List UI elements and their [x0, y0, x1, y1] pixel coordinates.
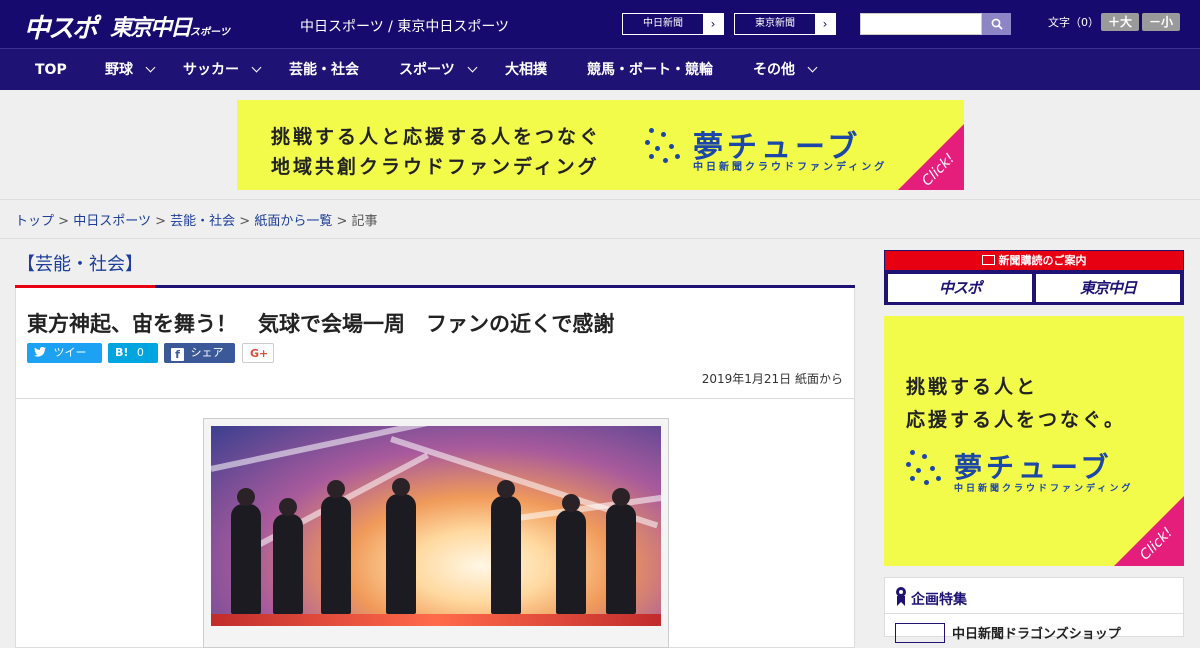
breadcrumb-separator: > — [155, 214, 166, 229]
banner-area: 挑戦する人と応援する人をつなぐ 地域共創クラウドファンディング 夢チューブ 中日… — [0, 90, 1200, 200]
subscribe-tokyo-chunichi-button[interactable]: 東京中日 — [1036, 274, 1180, 302]
facebook-icon: f — [171, 348, 184, 361]
nav-item-sumo[interactable]: 大相撲 — [505, 49, 547, 91]
nav-item-keiba[interactable]: 競馬・ボート・競輪 — [587, 49, 713, 91]
tokyo-logo-sub: スポーツ — [190, 27, 230, 38]
breadcrumb-entertainment[interactable]: 芸能・社会 — [170, 214, 235, 229]
section-title: 【芸能・社会】 — [17, 254, 143, 275]
yume-tube-side-ad[interactable]: 挑戦する人と 応援する人をつなぐ。 夢チューブ 中日新聞クラウドファンディング … — [884, 316, 1184, 566]
twitter-icon — [34, 346, 46, 357]
divider — [0, 238, 1200, 239]
font-smaller-button[interactable]: －小 — [1142, 13, 1180, 31]
breadcrumb-separator: > — [239, 214, 251, 229]
facebook-share-count: 3 — [174, 366, 181, 379]
article-card: 東方神起、宙を舞う！ 気球で会場一周 ファンの近くで感謝 ツイート B! 0 f… — [15, 288, 855, 648]
divider — [16, 398, 854, 399]
site-title: 中日スポーツ / 東京中日スポーツ — [300, 19, 510, 35]
nav-item-baseball[interactable]: 野球 — [105, 49, 156, 91]
nav-label: TOP — [35, 62, 67, 78]
tokyo-chunichi-logo[interactable]: 東京中日スポーツ — [110, 10, 230, 42]
google-plus-button[interactable]: G+ — [242, 343, 274, 363]
google-plus-icon: G+ — [250, 347, 269, 360]
search-button[interactable] — [982, 13, 1011, 35]
subscribe-chuspo-button[interactable]: 中スポ — [888, 274, 1032, 302]
chunichi-shimbun-label: 中日新聞 — [643, 18, 683, 29]
nav-item-soccer[interactable]: サッカー — [183, 49, 262, 91]
feature-thumbnail[interactable] — [895, 623, 945, 643]
feature-box: 企画特集 中日新聞ドラゴンズショップ — [884, 577, 1184, 643]
breadcrumb-top[interactable]: トップ — [15, 214, 54, 229]
chevron-right-icon: › — [815, 14, 835, 34]
feature-title: 企画特集 — [911, 592, 967, 608]
chuspo-logo[interactable]: 中スポ — [24, 8, 98, 45]
subscription-heading: 新聞購読のご案内 — [885, 251, 1183, 270]
breadcrumb: トップ > 中日スポーツ > 芸能・社会 > 紙面から一覧 > 記事 — [15, 210, 378, 229]
breadcrumb-paper-list[interactable]: 紙面から一覧 — [254, 214, 332, 229]
chevron-right-icon: › — [703, 14, 723, 34]
search-input[interactable] — [860, 13, 982, 35]
font-bigger-button[interactable]: ＋大 — [1101, 13, 1139, 31]
font-size-label: 文字（0） — [1048, 16, 1099, 29]
main-nav: TOP 野球 サッカー 芸能・社会 スポーツ 大相撲 競馬・ボート・競輪 その他 — [0, 48, 1200, 90]
tweet-button[interactable]: ツイート — [27, 343, 102, 379]
banner-brand-sub: 中日新聞クラウドファンディング — [693, 162, 888, 173]
nav-item-entertainment[interactable]: 芸能・社会 — [289, 49, 359, 91]
top-header: 中スポ 東京中日スポーツ 中日スポーツ / 東京中日スポーツ 中日新聞 › 東京… — [0, 0, 1200, 48]
yume-tube-banner[interactable]: 挑戦する人と応援する人をつなぐ 地域共創クラウドファンディング 夢チューブ 中日… — [237, 100, 964, 190]
breadcrumb-separator: > — [58, 214, 70, 229]
search-icon — [991, 18, 1003, 30]
nav-item-other[interactable]: その他 — [753, 49, 818, 91]
search-form — [860, 13, 1011, 35]
tokyo-shimbun-label: 東京新聞 — [755, 18, 795, 29]
article-date: 2019年1月21日 紙面から — [701, 372, 843, 386]
chevron-down-icon — [467, 62, 478, 73]
banner-line-1: 挑戦する人と応援する人をつなぐ — [271, 126, 602, 148]
chevron-down-icon — [251, 62, 262, 73]
nav-item-sports[interactable]: スポーツ — [399, 49, 478, 91]
side-ad-brand: 夢チューブ — [954, 451, 1113, 484]
nav-label: スポーツ — [399, 62, 455, 78]
hatena-count: 0 — [136, 346, 144, 359]
side-ad-line-2: 応援する人をつなぐ。 — [906, 409, 1127, 431]
side-ad-brand-sub: 中日新聞クラウドファンディング — [954, 484, 1134, 494]
nav-label: サッカー — [183, 62, 239, 78]
nav-label: 大相撲 — [505, 62, 547, 78]
ribbon-icon — [896, 587, 906, 606]
tokyo-shimbun-link[interactable]: 東京新聞 › — [734, 13, 836, 35]
article-photo[interactable] — [211, 426, 661, 626]
nav-label: その他 — [753, 62, 795, 78]
breadcrumb-separator: > — [336, 214, 348, 229]
article-photo-frame — [203, 418, 669, 648]
subscription-heading-label: 新聞購読のご案内 — [998, 254, 1087, 267]
newspaper-icon — [981, 255, 995, 265]
nav-label: 芸能・社会 — [289, 62, 359, 78]
facebook-share-button[interactable]: f シェア 3 — [164, 343, 235, 379]
chunichi-shimbun-link[interactable]: 中日新聞 › — [622, 13, 724, 35]
facebook-share-label: シェア — [190, 346, 224, 359]
hatena-bookmark-button[interactable]: B! 0 — [108, 343, 158, 363]
chevron-down-icon — [145, 62, 156, 73]
subscription-box: 新聞購読のご案内 中スポ 東京中日 — [884, 250, 1184, 305]
nav-label: 競馬・ボート・競輪 — [587, 62, 713, 78]
breadcrumb-chunichi-sports[interactable]: 中日スポーツ — [73, 214, 151, 229]
breadcrumb-current: 記事 — [351, 214, 378, 229]
article-headline: 東方神起、宙を舞う！ 気球で会場一周 ファンの近くで感謝 — [27, 312, 615, 336]
chevron-down-icon — [807, 62, 818, 73]
nav-item-top[interactable]: TOP — [35, 49, 67, 91]
hatena-icon: B! — [115, 346, 129, 359]
nav-label: 野球 — [105, 62, 133, 78]
banner-line-2: 地域共創クラウドファンディング — [271, 156, 600, 178]
side-ad-line-1: 挑戦する人と — [906, 376, 1039, 398]
feature-item-link[interactable]: 中日新聞ドラゴンズショップ — [952, 623, 1121, 642]
feature-heading: 企画特集 — [885, 578, 1183, 614]
tokyo-logo-main: 東京中日 — [110, 16, 192, 41]
